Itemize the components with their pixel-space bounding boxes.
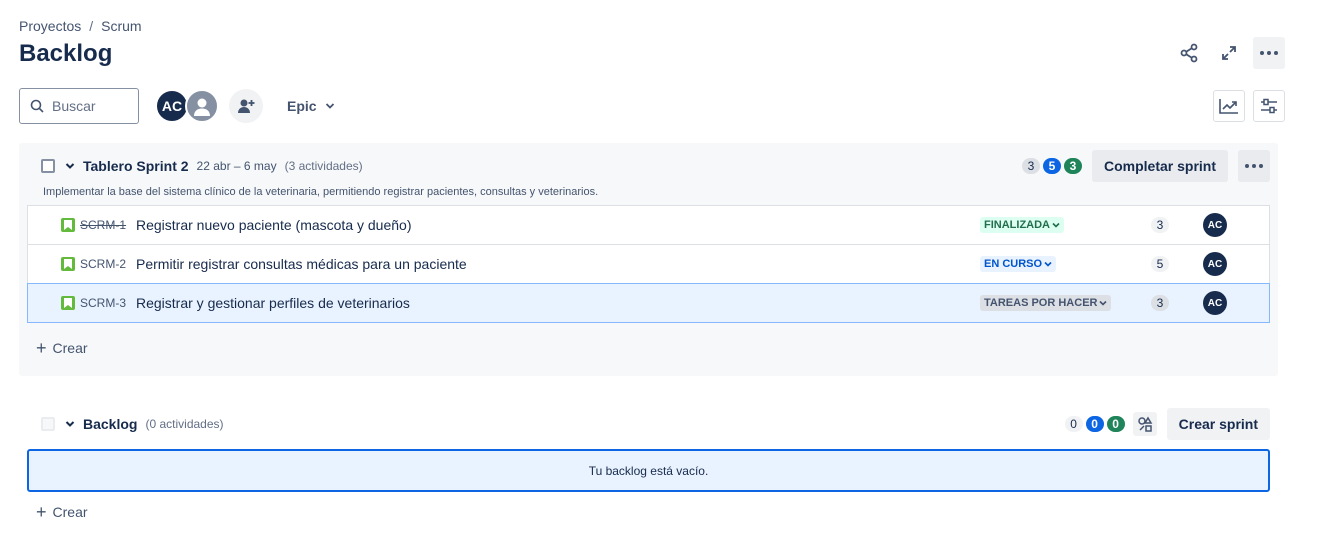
chevron-down-icon xyxy=(1044,261,1052,267)
story-icon xyxy=(61,257,75,271)
issue-summary[interactable]: Registrar nuevo paciente (mascota y dueñ… xyxy=(136,217,411,233)
status-label: TAREAS POR HACER xyxy=(984,297,1098,309)
chevron-down-icon xyxy=(65,163,75,169)
create-label: Crear xyxy=(52,340,88,356)
create-label: Crear xyxy=(52,504,88,520)
backlog-status-counts: 0 0 0 xyxy=(1064,416,1125,432)
todo-count-badge: 0 xyxy=(1064,416,1083,432)
add-people-button[interactable] xyxy=(229,89,263,123)
story-icon xyxy=(61,296,75,310)
assignee-avatar[interactable]: AC xyxy=(1203,252,1227,276)
chevron-down-icon xyxy=(1099,300,1108,306)
plus-icon: + xyxy=(36,338,47,358)
assignee-filter: AC xyxy=(155,89,219,123)
page-actions xyxy=(1173,37,1285,69)
issue-row[interactable]: SCRM-2 Permitir registrar consultas médi… xyxy=(27,244,1270,284)
sprint-more-button[interactable] xyxy=(1238,150,1270,182)
sprint-goal: Implementar la base del sistema clínico … xyxy=(43,186,599,198)
backlog-header: Backlog (0 actividades) 0 0 0 Crear spri… xyxy=(41,408,1270,440)
expand-icon xyxy=(1222,46,1236,60)
status-dropdown[interactable]: TAREAS POR HACER xyxy=(980,295,1112,311)
chevron-down-icon xyxy=(1052,222,1060,228)
issue-key[interactable]: SCRM-2 xyxy=(80,257,126,271)
sprint-create-issue-button[interactable]: + Crear xyxy=(36,339,88,357)
issue-row[interactable]: SCRM-1 Registrar nuevo paciente (mascota… xyxy=(27,205,1270,245)
in-progress-count-badge: 0 xyxy=(1085,416,1104,432)
fullscreen-button[interactable] xyxy=(1213,37,1245,69)
search-input[interactable] xyxy=(52,98,132,114)
status-label: EN CURSO xyxy=(984,258,1043,270)
backlog-automation-button[interactable] xyxy=(1132,412,1157,436)
more-icon xyxy=(1245,164,1263,168)
issue-row[interactable]: SCRM-3 Registrar y gestionar perfiles de… xyxy=(27,283,1270,323)
issue-summary[interactable]: Permitir registrar consultas médicas par… xyxy=(136,256,467,272)
empty-message: Tu backlog está vacío. xyxy=(588,463,709,478)
story-points-badge[interactable]: 3 xyxy=(1151,295,1169,311)
sprint-panel: Tablero Sprint 2 22 abr – 6 may (3 activ… xyxy=(19,143,1278,376)
epic-filter-label: Epic xyxy=(287,98,317,114)
page-title: Backlog xyxy=(19,40,113,67)
more-icon xyxy=(1260,51,1278,55)
sprint-header: Tablero Sprint 2 22 abr – 6 may (3 activ… xyxy=(41,150,1270,182)
shapes-icon xyxy=(1137,416,1152,432)
breadcrumb: Proyectos / Scrum xyxy=(19,18,142,34)
share-icon xyxy=(1180,43,1198,63)
search-icon xyxy=(30,99,44,113)
more-actions-button[interactable] xyxy=(1253,37,1285,69)
sprint-dates: 22 abr – 6 may xyxy=(196,159,277,173)
sliders-icon xyxy=(1261,98,1277,114)
add-person-icon xyxy=(238,99,255,113)
sprint-name[interactable]: Tablero Sprint 2 xyxy=(83,158,189,174)
trend-chart-icon xyxy=(1219,99,1238,114)
user-icon xyxy=(194,98,210,116)
backlog-toolbar: AC Epic xyxy=(19,88,1285,124)
story-icon xyxy=(61,218,75,232)
toolbar-right-actions xyxy=(1213,90,1285,122)
status-label: FINALIZADA xyxy=(984,219,1050,231)
plus-icon: + xyxy=(36,502,47,522)
sprint-select-checkbox[interactable] xyxy=(41,159,55,173)
in-progress-count-badge: 5 xyxy=(1042,158,1061,174)
todo-count-badge: 3 xyxy=(1021,158,1040,174)
sprint-issue-list: SCRM-1 Registrar nuevo paciente (mascota… xyxy=(27,205,1270,323)
backlog-activity-count: (0 actividades) xyxy=(145,417,224,431)
search-box[interactable] xyxy=(19,88,139,124)
avatar[interactable]: AC xyxy=(155,89,189,123)
share-button[interactable] xyxy=(1173,37,1205,69)
sprint-collapse-toggle[interactable] xyxy=(65,162,75,170)
issue-key[interactable]: SCRM-3 xyxy=(80,296,126,310)
breadcrumb-projects-link[interactable]: Proyectos xyxy=(19,18,81,34)
issue-key[interactable]: SCRM-1 xyxy=(80,218,126,232)
chevron-down-icon xyxy=(65,421,75,427)
create-sprint-button[interactable]: Crear sprint xyxy=(1166,408,1270,440)
backlog-name: Backlog xyxy=(83,416,138,432)
insights-button[interactable] xyxy=(1213,90,1245,122)
sprint-activity-count: (3 actividades) xyxy=(284,159,363,173)
breadcrumb-separator: / xyxy=(89,18,94,34)
unassigned-avatar[interactable] xyxy=(185,89,219,123)
issue-summary[interactable]: Registrar y gestionar perfiles de veteri… xyxy=(136,295,410,311)
epic-filter-dropdown[interactable]: Epic xyxy=(281,92,341,120)
done-count-badge: 3 xyxy=(1063,158,1082,174)
complete-sprint-button[interactable]: Completar sprint xyxy=(1091,150,1228,182)
breadcrumb-project-link[interactable]: Scrum xyxy=(101,18,141,34)
backlog-select-checkbox[interactable] xyxy=(41,417,55,431)
sprint-status-counts: 3 5 3 xyxy=(1021,158,1082,174)
chevron-down-icon xyxy=(325,103,334,109)
view-settings-button[interactable] xyxy=(1253,90,1285,122)
assignee-avatar[interactable]: AC xyxy=(1203,213,1227,237)
status-dropdown[interactable]: FINALIZADA xyxy=(980,217,1064,233)
story-points-badge[interactable]: 3 xyxy=(1151,217,1169,233)
backlog-empty-state: Tu backlog está vacío. xyxy=(27,449,1270,492)
done-count-badge: 0 xyxy=(1106,416,1125,432)
story-points-badge[interactable]: 5 xyxy=(1151,256,1169,272)
status-dropdown[interactable]: EN CURSO xyxy=(980,256,1057,272)
backlog-collapse-toggle[interactable] xyxy=(65,420,75,428)
backlog-create-issue-button[interactable]: + Crear xyxy=(36,503,88,521)
assignee-avatar[interactable]: AC xyxy=(1203,291,1227,315)
